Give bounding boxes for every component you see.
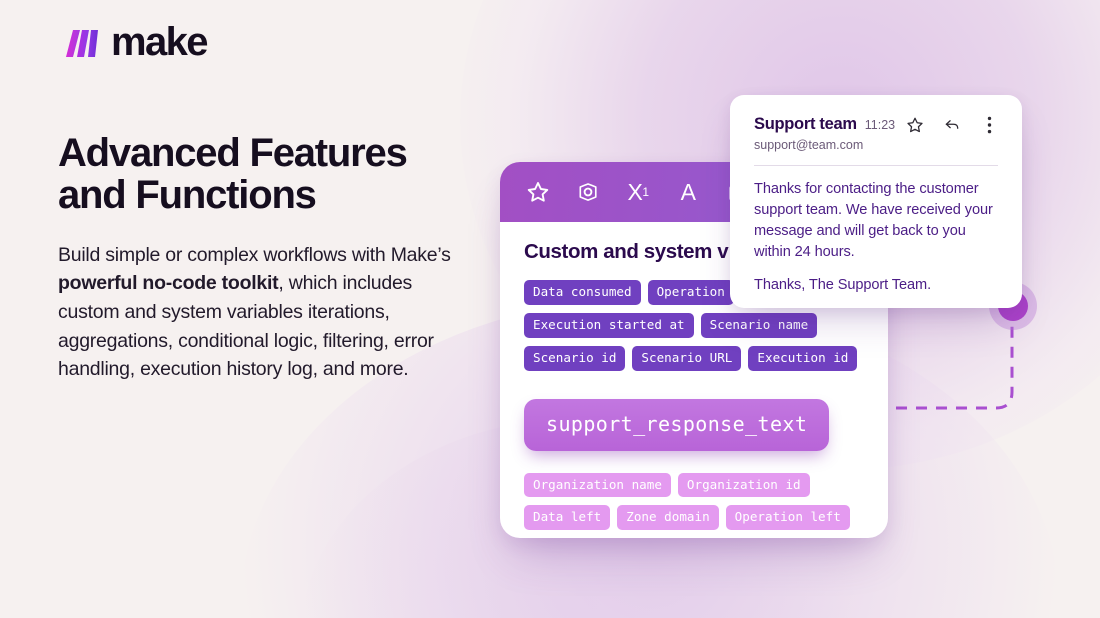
email-action-bar xyxy=(906,116,998,134)
make-slashes-logo-icon xyxy=(66,30,98,57)
variable-chip[interactable]: Organization name xyxy=(524,472,671,498)
variable-chip[interactable]: Data consumed xyxy=(524,280,641,305)
variable-chip[interactable]: Execution started at xyxy=(524,312,694,338)
org-chip-row-1: Organization name Organization id xyxy=(524,472,866,498)
font-icon[interactable]: A xyxy=(674,178,702,206)
star-icon[interactable] xyxy=(524,178,552,206)
hero-copy: Advanced Features and Functions Build si… xyxy=(58,132,458,384)
featured-variable-chip[interactable]: support_response_text xyxy=(524,398,830,451)
gear-icon[interactable] xyxy=(574,178,602,206)
superscript-icon[interactable]: X1 xyxy=(624,178,652,206)
email-sender-address: support@team.com xyxy=(754,138,864,152)
superscript-base: X xyxy=(627,178,643,205)
variable-chip[interactable]: Scenario URL xyxy=(632,345,742,371)
system-chip-row-2: Execution started at Scenario name xyxy=(524,312,866,338)
variable-chip[interactable]: Execution id xyxy=(748,345,858,371)
email-timestamp: 11:23 xyxy=(864,117,896,132)
variable-chip[interactable]: Data left xyxy=(524,505,611,531)
description-text-bold: powerful no-code toolkit xyxy=(58,272,279,295)
variable-chip[interactable]: Operation left xyxy=(725,505,850,531)
star-icon[interactable] xyxy=(906,116,924,134)
variable-chip[interactable]: Operation xyxy=(647,280,734,305)
email-paragraph: Thanks for contacting the customer suppo… xyxy=(754,181,993,261)
font-letter: A xyxy=(680,178,696,205)
variable-chip[interactable]: Scenario id xyxy=(524,345,626,371)
hero-description: Build simple or complex workflows with M… xyxy=(58,241,458,384)
email-body: Thanks for contacting the customer suppo… xyxy=(754,179,998,296)
page-title: Advanced Features and Functions xyxy=(58,131,408,218)
description-text-before: Build simple or complex workflows with M… xyxy=(58,243,451,266)
variable-chip[interactable]: Organization id xyxy=(677,472,810,498)
email-divider xyxy=(754,165,998,166)
system-chip-row-3: Scenario id Scenario URL Execution id xyxy=(524,345,866,371)
brand-logo: make xyxy=(58,20,209,64)
email-card: Support team 11:23 support@team.com Than… xyxy=(730,95,1022,308)
email-sender-name: Support team xyxy=(754,115,857,133)
brand-name: make xyxy=(111,20,209,64)
email-paragraph: Thanks, The Support Team. xyxy=(754,276,932,293)
email-header: Support team 11:23 xyxy=(754,115,998,134)
variable-chip[interactable]: Zone domain xyxy=(617,505,719,531)
reply-icon[interactable] xyxy=(943,116,961,134)
variable-chip[interactable]: Scenario name xyxy=(700,312,818,338)
more-vertical-icon[interactable] xyxy=(980,116,998,134)
org-chip-row-2: Data left Zone domain Operation left xyxy=(524,505,866,531)
